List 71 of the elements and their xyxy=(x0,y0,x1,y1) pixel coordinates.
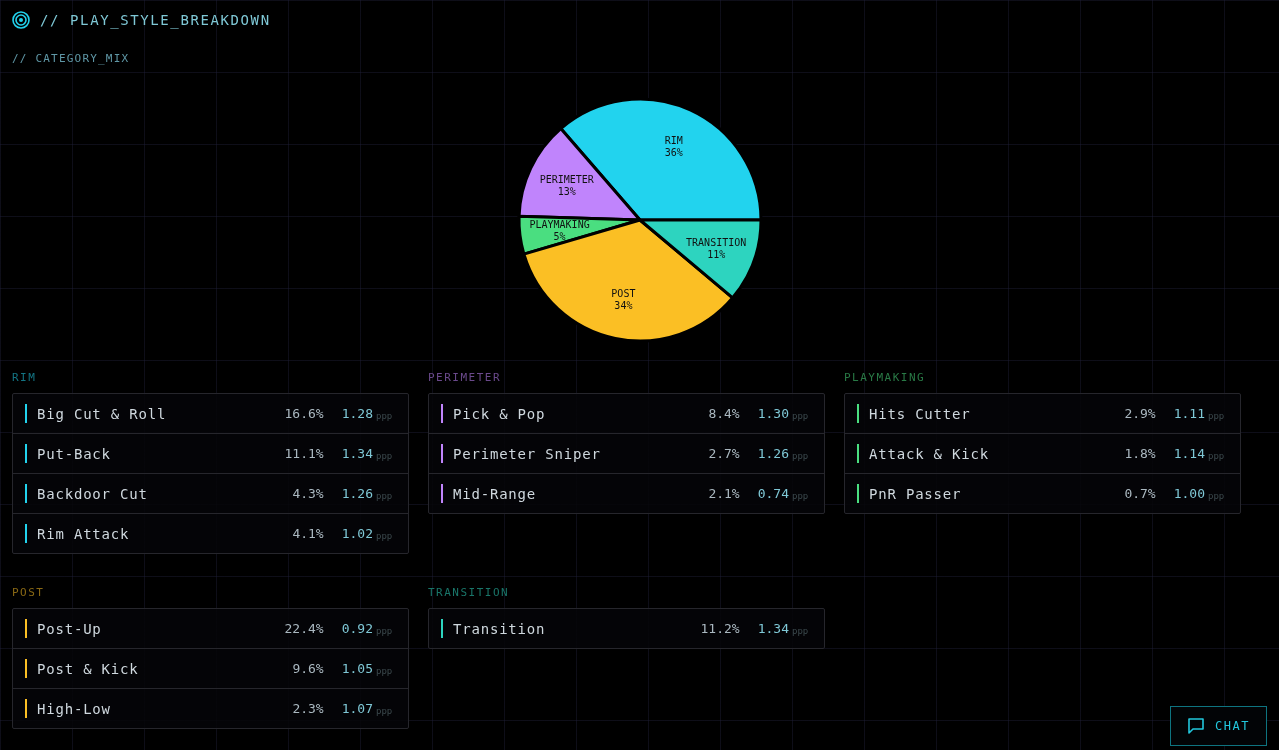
target-icon xyxy=(12,11,30,29)
play-share: 2.1% xyxy=(708,486,740,501)
chat-button[interactable]: CHAT xyxy=(1170,706,1267,746)
slice-label: PERIMETER 13% xyxy=(539,174,594,198)
chart-label: // CATEGORY_MIX xyxy=(12,52,130,65)
play-name: Transition xyxy=(453,620,547,637)
ppp-unit: ppp xyxy=(1208,410,1226,421)
ppp-value: 0.74 xyxy=(757,486,789,501)
chat-icon xyxy=(1187,717,1206,735)
play-name: PnR Passer xyxy=(869,485,963,502)
play-name: Put-Back xyxy=(37,445,112,462)
play-share: 11.2% xyxy=(700,621,740,636)
group-title: POST xyxy=(12,586,45,599)
play-name: Attack & Kick xyxy=(869,445,990,462)
ppp-unit: ppp xyxy=(376,410,394,421)
ppp-value: 1.11 xyxy=(1173,406,1205,421)
play-share: 9.6% xyxy=(292,661,324,676)
play-name: Post-Up xyxy=(37,620,103,637)
play-share: 16.6% xyxy=(284,406,324,421)
ppp-value: 1.00 xyxy=(1173,486,1205,501)
ppp-value: 1.14 xyxy=(1173,446,1205,461)
play-share: 2.7% xyxy=(708,446,740,461)
play-name: Big Cut & Roll xyxy=(37,405,168,422)
play-share: 1.8% xyxy=(1124,446,1156,461)
ppp-unit: ppp xyxy=(376,625,394,636)
play-name: Perimeter Sniper xyxy=(453,445,602,462)
ppp-value: 1.34 xyxy=(757,621,789,636)
ppp-value: 1.07 xyxy=(341,701,373,716)
play-share: 4.3% xyxy=(292,486,324,501)
play-name: Backdoor Cut xyxy=(37,485,149,502)
ppp-value: 1.34 xyxy=(341,446,373,461)
play-share: 2.9% xyxy=(1124,406,1156,421)
play-name: High-Low xyxy=(37,700,112,717)
ppp-unit: ppp xyxy=(376,665,394,676)
play-name: Hits Cutter xyxy=(869,405,972,422)
group-title: PLAYMAKING xyxy=(844,371,926,384)
slice-label: PLAYMAKING 5% xyxy=(528,219,590,243)
play-name: Mid-Range xyxy=(453,485,538,502)
ppp-value: 1.28 xyxy=(341,406,373,421)
ppp-value: 1.05 xyxy=(341,661,373,676)
ppp-unit: ppp xyxy=(376,530,394,541)
play-share: 2.3% xyxy=(292,701,324,716)
ppp-value: 1.02 xyxy=(341,526,373,541)
play-name: Rim Attack xyxy=(37,525,131,542)
ppp-unit: ppp xyxy=(792,450,810,461)
play-share: 8.4% xyxy=(708,406,740,421)
ppp-value: 1.26 xyxy=(341,486,373,501)
ppp-value: 0.92 xyxy=(341,621,373,636)
slice-label: RIM 36% xyxy=(664,135,683,159)
ppp-unit: ppp xyxy=(376,450,394,461)
play-share: 0.7% xyxy=(1124,486,1156,501)
play-share: 4.1% xyxy=(292,526,324,541)
ppp-unit: ppp xyxy=(792,490,810,501)
section-title: // PLAY_STYLE_BREAKDOWN xyxy=(40,12,271,28)
ppp-unit: ppp xyxy=(1208,450,1226,461)
group-title: TRANSITION xyxy=(428,586,510,599)
ppp-unit: ppp xyxy=(376,705,394,716)
play-share: 11.1% xyxy=(284,446,324,461)
ppp-unit: ppp xyxy=(376,490,394,501)
group-title: PERIMETER xyxy=(428,371,502,384)
ppp-value: 1.26 xyxy=(757,446,789,461)
ppp-unit: ppp xyxy=(1208,490,1226,501)
group-title: RIM xyxy=(12,371,37,384)
play-share: 22.4% xyxy=(284,621,324,636)
play-name: Pick & Pop xyxy=(453,405,547,422)
slice-label: TRANSITION 11% xyxy=(685,236,746,260)
play-name: Post & Kick xyxy=(37,660,140,677)
slice-label: POST 34% xyxy=(610,288,635,312)
ppp-value: 1.30 xyxy=(757,406,789,421)
ppp-unit: ppp xyxy=(792,410,810,421)
ppp-unit: ppp xyxy=(792,625,810,636)
